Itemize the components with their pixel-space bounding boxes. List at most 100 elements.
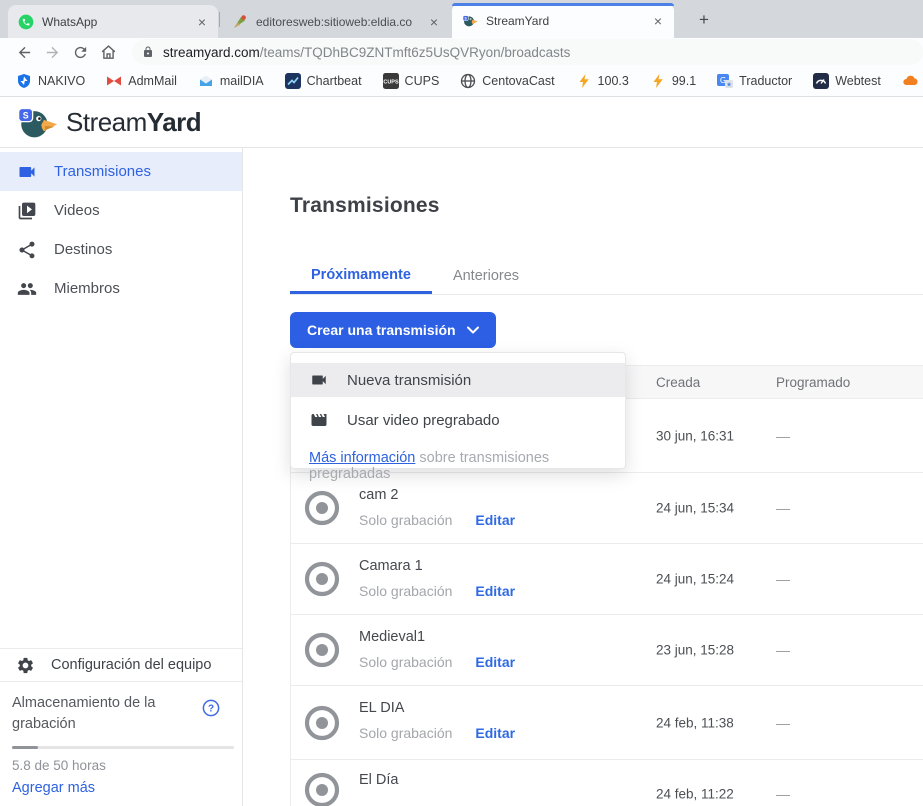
tab-whatsapp[interactable]: WhatsApp × — [8, 5, 218, 38]
bookmark-traductor[interactable]: G★ Traductor — [717, 73, 792, 89]
svg-text:S: S — [23, 110, 29, 120]
create-broadcast-button[interactable]: Crear una transmisión — [290, 312, 496, 348]
movie-icon — [310, 411, 328, 429]
broadcast-type: Solo grabación — [359, 725, 452, 741]
broadcast-name: cam 2 — [359, 487, 399, 503]
bookmark-cups[interactable]: CUPS CUPS — [383, 73, 440, 89]
reload-button[interactable] — [66, 40, 94, 64]
table-row[interactable]: Medieval1 Solo grabaciónEditar 23 jun, 1… — [291, 615, 923, 686]
create-broadcast-label: Crear una transmisión — [307, 322, 456, 338]
bookmark-maildia[interactable]: mailDIA — [198, 73, 264, 89]
gear-icon — [16, 656, 35, 675]
table-row[interactable]: EL DIA Solo grabaciónEditar 24 feb, 11:3… — [291, 686, 923, 760]
streamyard-logo[interactable]: S StreamYard — [16, 104, 201, 141]
row-scheduled: — — [776, 715, 790, 731]
tab-proximamente[interactable]: Próximamente — [290, 258, 432, 294]
record-icon — [304, 705, 340, 741]
globe-icon — [460, 73, 476, 89]
tab-separator — [219, 12, 220, 27]
close-tab-icon[interactable]: × — [650, 13, 666, 29]
edit-link[interactable]: Editar — [475, 654, 515, 670]
edit-link[interactable]: Editar — [475, 583, 515, 599]
broadcast-name: EL DIA — [359, 700, 404, 716]
page-title: Transmisiones — [290, 194, 440, 218]
bookmark-webtest[interactable]: Webtest — [813, 73, 881, 89]
menu-item-new-broadcast[interactable]: Nueva transmisión — [291, 363, 625, 397]
row-scheduled: — — [776, 571, 790, 587]
sidebar: Transmisiones Videos Destinos Miembros C… — [0, 148, 243, 806]
storage-progress-bar — [12, 746, 234, 749]
cups-icon: CUPS — [383, 73, 399, 89]
forward-button[interactable] — [38, 40, 66, 64]
broadcast-meta: Solo grabación Editar — [359, 725, 515, 741]
tab-anteriores[interactable]: Anteriores — [432, 258, 540, 294]
streamyard-header: S StreamYard — [0, 97, 923, 148]
sidebar-item-transmisiones[interactable]: Transmisiones — [0, 152, 242, 191]
row-scheduled: — — [776, 786, 790, 802]
sidebar-item-miembros[interactable]: Miembros — [0, 269, 242, 308]
row-created: 24 jun, 15:34 — [656, 501, 734, 516]
table-row[interactable]: El Día 24 feb, 11:22 — — [291, 760, 923, 806]
bookmark-nakivo[interactable]: NAKIVO — [16, 73, 85, 89]
tab-streamyard-active[interactable]: S StreamYard × — [452, 3, 674, 38]
streamyard-duck-icon: S — [16, 104, 58, 141]
active-tab-stripe — [452, 3, 674, 6]
broadcast-name: El Día — [359, 772, 399, 788]
broadcast-meta: Solo grabación Editar — [359, 583, 515, 599]
table-row[interactable]: cam 2 Solo grabaciónEditar 24 jun, 15:34… — [291, 473, 923, 544]
bookmark-centovacast[interactable]: CentovaCast — [460, 73, 554, 89]
tab-editoresweb[interactable]: editoresweb:sitioweb:eldia.co × — [222, 5, 450, 38]
team-settings-button[interactable]: Configuración del equipo — [0, 648, 242, 682]
sidebar-item-label: Destinos — [54, 241, 112, 258]
tab-title: WhatsApp — [42, 15, 188, 29]
cloud-icon — [902, 73, 918, 89]
editor-pen-icon — [232, 14, 248, 30]
lock-icon — [142, 45, 154, 59]
help-icon[interactable]: ? — [202, 699, 220, 717]
broadcast-meta: Solo grabaciónEditar — [359, 654, 515, 670]
broadcast-meta: Solo grabaciónEditar — [359, 512, 515, 528]
more-info-link[interactable]: Más información — [309, 450, 415, 466]
bookmark-label: AdmMail — [128, 74, 177, 88]
bookmark-label: Webtest — [835, 74, 881, 88]
bookmark-label: 99.1 — [672, 74, 696, 88]
chart-icon — [285, 73, 301, 89]
sidebar-item-destinos[interactable]: Destinos — [0, 230, 242, 269]
row-scheduled: — — [776, 642, 790, 658]
back-button[interactable] — [10, 40, 38, 64]
bookmark-chartbeat[interactable]: Chartbeat — [285, 73, 362, 89]
edit-link[interactable]: Editar — [475, 512, 515, 528]
address-bar[interactable]: streamyard.com/teams/TQDhBC9ZNTmft6z5UsQ… — [132, 39, 923, 65]
video-library-icon — [17, 201, 37, 221]
broadcast-name: Camara 1 — [359, 558, 423, 574]
sidebar-item-videos[interactable]: Videos — [0, 191, 242, 230]
table-row[interactable]: Camara 1 Solo grabaciónEditar 24 jun, 15… — [291, 544, 923, 615]
edit-link[interactable]: Editar — [475, 725, 515, 741]
row-created: 30 jun, 16:31 — [656, 428, 734, 443]
bookmark-admmail[interactable]: AdmMail — [106, 73, 177, 89]
storage-progress-fill — [12, 746, 38, 749]
bookmark-radio-99-1[interactable]: 99.1 — [650, 73, 696, 89]
url-path: /teams/TQDhBC9ZNTmft6z5UsQVRyon/broadcas… — [260, 45, 571, 60]
close-tab-icon[interactable]: × — [194, 14, 210, 30]
sidebar-footer: Configuración del equipo Almacenamiento … — [0, 648, 242, 806]
menu-item-prerecorded-video[interactable]: Usar video pregrabado — [291, 403, 625, 437]
menu-item-label: Nueva transmisión — [347, 372, 471, 389]
bookmark-label: mailDIA — [220, 74, 264, 88]
broadcast-type: Solo grabación — [359, 583, 452, 599]
svg-text:?: ? — [208, 704, 214, 715]
more-info-line: Más información sobre transmisiones preg… — [291, 437, 625, 482]
add-more-link[interactable]: Agregar más — [12, 780, 230, 796]
home-button[interactable] — [94, 40, 122, 64]
new-tab-button[interactable]: + — [692, 8, 716, 32]
record-icon — [304, 632, 340, 668]
row-created: 23 jun, 15:28 — [656, 643, 734, 658]
shield-icon — [16, 73, 32, 89]
row-scheduled: — — [776, 500, 790, 516]
bookmark-cloudflare[interactable]: CloudFlare — [902, 73, 923, 89]
record-icon — [304, 490, 340, 526]
storage-usage-text: 5.8 de 50 horas — [12, 758, 230, 773]
close-tab-icon[interactable]: × — [426, 14, 442, 30]
bookmark-radio-100-3[interactable]: 100.3 — [576, 73, 629, 89]
broadcast-name: Medieval1 — [359, 629, 425, 645]
